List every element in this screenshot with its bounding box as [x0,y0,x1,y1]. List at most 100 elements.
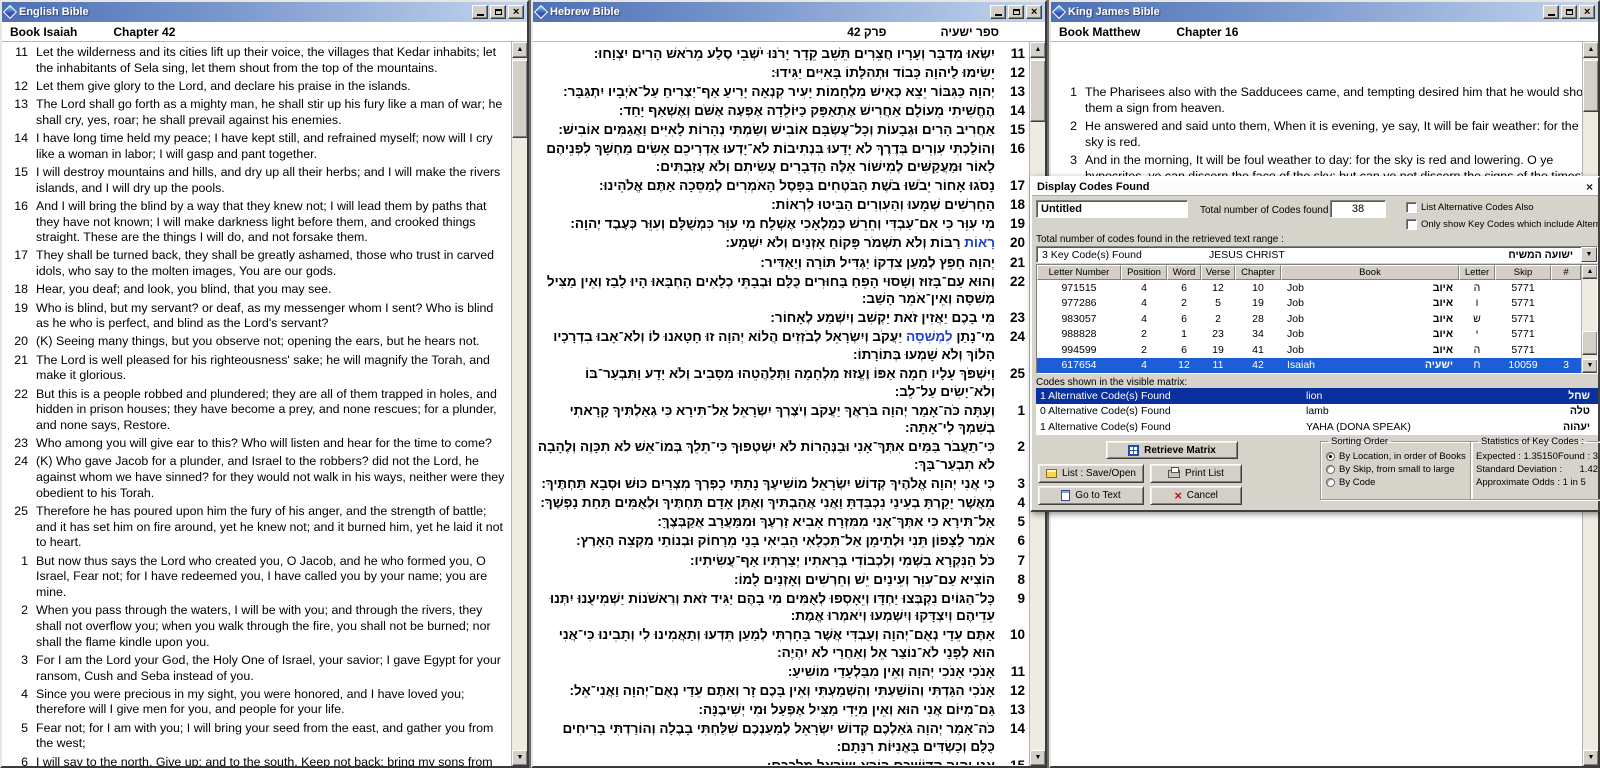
radio-icon[interactable] [1326,465,1335,474]
verse-row[interactable]: 13 The Lord shall go forth as a mighty ma… [6,97,507,128]
verse-row[interactable]: 24 מִי־נָתַן לִמְשִׁסָּה יַעֲקֹב וְיִשְׂר… [537,328,1025,363]
verse-row[interactable]: 16 וְהוֹלַכְתִּי עִוְרִים בְּדֶרֶךְ לֹא י… [537,140,1025,175]
verse-row[interactable]: 14 כֹּה־אָמַר יְהוָה גֹּאַלְכֶם קְדוֹשׁ י… [537,720,1025,755]
list-alternative-codes-checkbox[interactable]: List Alternative Codes Also [1406,202,1598,213]
retrieve-matrix-button[interactable]: Retrieve Matrix [1106,441,1238,459]
scroll-down-icon[interactable]: ▼ [1030,750,1045,766]
verse-row[interactable]: 17 They shall be turned back, they shall … [6,248,507,279]
verse-row[interactable]: 22 But this is a people robbed and plunde… [6,387,507,434]
scroll-up-icon[interactable]: ▲ [512,42,527,58]
verse-row[interactable]: 13 יְהוָה כַּגִּבּוֹר יֵצֵא כְּאִישׁ מִלְ… [537,83,1025,101]
verse-row[interactable]: 4 מֵאֲשֶׁר יָקַרְתָּ בְעֵינַי נִכְבַּדְתָ… [537,494,1025,512]
go-to-text-button[interactable]: Go to Text [1038,486,1144,505]
verse-row[interactable]: 12 Let them give glory to the Lord, and d… [6,79,507,95]
verse-row[interactable]: 23 Who among you will give ear to this? W… [6,436,507,452]
verse-row[interactable]: 10 אַתֶּם עֵדַי נְאֻם־יְהוָה וְעַבְדִּי א… [537,626,1025,661]
verse-row[interactable]: 25 וַיִּשְׁפֹּךְ עָלָיו חֵמָה אַפּוֹ וֶעֱ… [537,365,1025,400]
verse-row[interactable]: 25 Therefore he has poured upon him the f… [6,504,507,551]
radio-icon[interactable] [1326,478,1335,487]
verse-row[interactable]: 17 נָסֹגוּ אָחוֹר יֵבֹשׁוּ בֹשֶׁת הַבֹּטְ… [537,177,1025,195]
scroll-up-icon[interactable]: ▲ [1582,265,1597,279]
checkbox-icon[interactable] [1406,202,1417,213]
radio-icon[interactable] [1326,452,1335,461]
sort-option[interactable]: By Skip, from small to large [1326,463,1466,476]
verse-row[interactable]: 22 וְהוּא עַם־בָּזוּז וְשָׁסוּי הָפֵחַ בַ… [537,273,1025,308]
list-name-input[interactable]: Untitled [1036,200,1188,218]
column-header[interactable]: Chapter [1235,265,1281,280]
kjv-titlebar[interactable]: King James Bible × [1051,2,1598,22]
list-save-open-button[interactable]: List : Save/Open [1038,464,1144,483]
column-header[interactable]: Word [1167,265,1201,280]
verse-row[interactable]: 11 יִשְׂאוּ מִדְבָּר וְעָרָיו חֲצֵרִים תֵ… [537,45,1025,63]
verse-row[interactable]: 20 רָאוֹת רַבּוֹת וְלֹא תִשְׁמֹר פָּקוֹחַ… [537,234,1025,252]
verse-row[interactable]: 19 מִי עִוֵּר כִּי אִם־עַבְדִּי וְחֵרֵשׁ … [537,215,1025,233]
scroll-down-icon[interactable]: ▼ [1582,359,1597,373]
sort-option[interactable]: By Location, in order of Books [1326,450,1466,463]
verse-row[interactable]: 21 The Lord is well pleased for his right… [6,353,507,384]
close-button[interactable]: × [508,5,524,19]
checkbox-icon[interactable] [1406,219,1417,230]
close-button[interactable]: × [1026,5,1042,19]
verse-row[interactable]: 9 כָּל־הַגּוֹיִם נִקְבְּצוּ יַחְדָּו וְיֵ… [537,590,1025,625]
verse-row[interactable]: 3 כִּי אֲנִי יְהוָה אֱלֹהֶיךָ קְדוֹשׁ יִש… [537,475,1025,493]
minimize-button[interactable] [1543,5,1559,19]
column-header[interactable]: # [1551,265,1581,280]
verse-row[interactable]: 6 I will say to the north, Give up; and t… [6,755,507,766]
verse-row[interactable]: 5 אַל־תִּירָא כִּי אִתְּךָ־אָנִי מִמִּזְר… [537,513,1025,531]
verse-row[interactable]: 3 For I am the Lord your God, the Holy On… [6,653,507,684]
verse-row[interactable]: 8 הוֹצִיא עַם־עִוֵּר וְעֵינַיִם יֵשׁ וְחֵ… [537,571,1025,589]
scroll-down-icon[interactable]: ▼ [1583,750,1598,766]
verse-row[interactable]: 16 And I will bring the blind by a way th… [6,199,507,246]
scroll-up-icon[interactable]: ▲ [1030,42,1045,58]
verse-row[interactable]: 6 אֹמַר לַצָּפוֹן תֵּנִי וּלְתֵימָן אַל־ת… [537,532,1025,550]
minimize-button[interactable] [990,5,1006,19]
verse-row[interactable]: 11 Let the wilderness and its cities lift… [6,45,507,76]
key-code-selector[interactable]: 3 Key Code(s) Found JESUS CHRIST ישועה ה… [1036,246,1598,263]
restore-button[interactable] [1561,5,1577,19]
verse-row[interactable]: 11 אָנֹכִי אָנֹכִי יְהוָה וְאֵין מִבַּלְע… [537,663,1025,681]
verse-row[interactable]: 15 אַחֲרִיב הָרִים וּגְבָעוֹת וְכָל־עֶשְׂ… [537,121,1025,139]
verse-row[interactable]: 23 מִי בָכֶם יַאֲזִין זֹאת יַקְשִׁב וְיִש… [537,309,1025,327]
matrix-row[interactable]: 1 Alternative Code(s) Found YAHA (DONA SP… [1036,419,1598,435]
column-header[interactable]: Letter [1459,265,1495,280]
verse-row[interactable]: 4 Since you were precious in my sight, yo… [6,687,507,718]
table-row[interactable]: 994599 2 6 19 41 Job איוב ה 5771 [1037,342,1597,358]
verse-row[interactable]: 15 אֲנִי יְהוָה קְדוֹשְׁכֶם בּוֹרֵא יִשְׂ… [537,757,1025,764]
verse-row[interactable]: 24 (K) Who gave Jacob for a plunder, and … [6,454,507,501]
sort-option[interactable]: By Code [1326,476,1466,489]
verse-row[interactable]: 15 I will destroy mountains and hills, an… [6,165,507,196]
restore-button[interactable] [490,5,506,19]
verse-row[interactable]: 20 (K) Seeing many things, but you observ… [6,334,507,350]
table-scrollbar[interactable]: ▲ ▼ [1581,265,1597,373]
column-header[interactable]: Letter Number [1037,265,1121,280]
verse-row[interactable]: 18 הַחֵרְשִׁים שְׁמָעוּ וְהַעִוְרִים הַבִ… [537,196,1025,214]
dialog-titlebar[interactable]: Display Codes Found × [1032,178,1598,196]
hebrew-titlebar[interactable]: Hebrew Bible × [533,2,1045,22]
close-button[interactable]: × [1579,5,1595,19]
matrix-row[interactable]: 1 Alternative Code(s) Found lion שחל [1036,388,1598,404]
verse-row[interactable]: 1 וְעַתָּה כֹּה־אָמַר יְהוָה בֹּרַאֲךָ יַ… [537,402,1025,437]
scroll-thumb[interactable] [1582,331,1597,355]
dialog-close-icon[interactable]: × [1586,181,1593,193]
verse-row[interactable]: 13 גַּם־מִיּוֹם אֲנִי הוּא וְאֵין מִיָּדִ… [537,701,1025,719]
table-row[interactable]: 971515 4 6 12 10 Job איוב ה 5771 [1037,280,1597,296]
restore-button[interactable] [1008,5,1024,19]
table-row[interactable]: 983057 4 6 2 28 Job איוב ש 5771 [1037,311,1597,327]
verse-row[interactable]: 1 The Pharisees also with the Sadducees c… [1055,85,1594,116]
english-scrollbar[interactable]: ▲ ▼ [511,42,527,766]
column-header[interactable]: Position [1121,265,1167,280]
verse-row[interactable]: 2 כִּי־תַעֲבֹר בַּמַּיִם אִתְּךָ־אָנִי וּ… [537,438,1025,473]
dropdown-button[interactable]: ▼ [1581,247,1597,262]
cancel-button[interactable]: × Cancel [1150,486,1242,505]
column-header[interactable]: Book [1281,265,1459,280]
print-list-button[interactable]: Print List [1150,464,1242,483]
verse-row[interactable]: 2 He answered and said unto them, When it… [1055,119,1594,150]
english-titlebar[interactable]: English Bible × [2,2,527,22]
scroll-thumb[interactable] [512,60,527,138]
verse-row[interactable]: 18 Hear, you deaf; and look, you blind, t… [6,282,507,298]
verse-row[interactable]: 5 Fear not; for I am with you; I will bri… [6,721,507,752]
matrix-row[interactable]: 0 Alternative Code(s) Found lamb טלה [1036,403,1598,419]
column-header[interactable]: Skip [1495,265,1551,280]
minimize-button[interactable] [472,5,488,19]
verse-row[interactable]: 7 כֹּל הַנִּקְרָא בִשְׁמִי וְלִכְבוֹדִי ב… [537,552,1025,570]
